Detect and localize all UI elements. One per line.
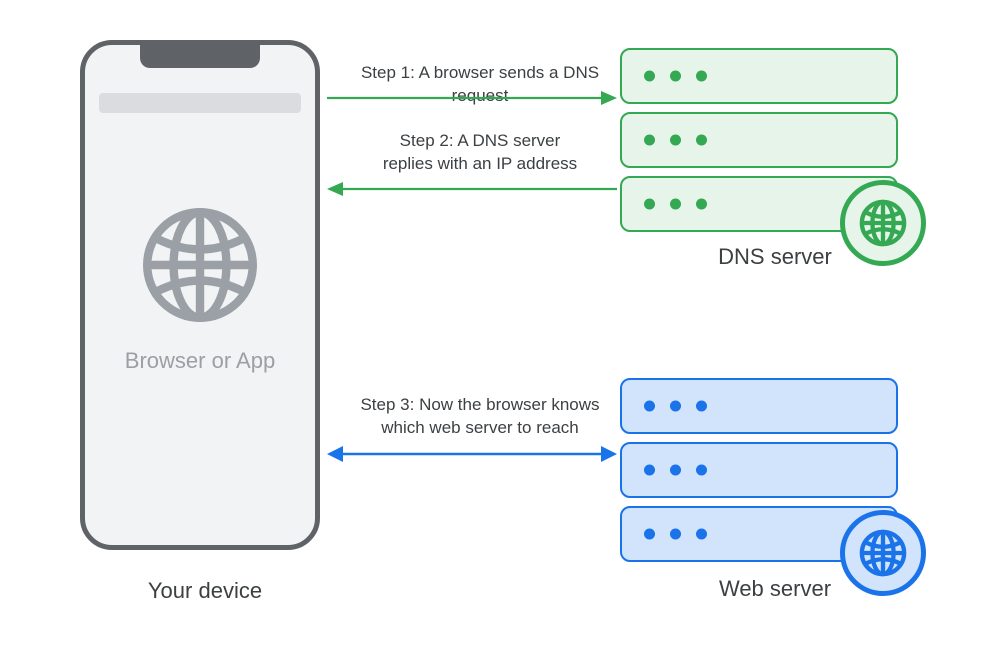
phone-notch (140, 44, 260, 68)
server-led-icon (696, 401, 707, 412)
globe-icon (859, 199, 907, 247)
server-led-icon (644, 529, 655, 540)
phone-url-bar (99, 93, 301, 113)
server-led-icon (644, 401, 655, 412)
globe-icon (859, 529, 907, 577)
step-2-line1: Step 2: A DNS server (400, 131, 561, 150)
arrow-step-2-icon (327, 179, 617, 199)
device-caption: Your device (80, 578, 330, 604)
phone-screen-content: Browser or App (85, 205, 315, 374)
server-led-icon (670, 135, 681, 146)
server-led-icon (670, 401, 681, 412)
server-led-icon (696, 199, 707, 210)
server-led-icon (644, 135, 655, 146)
device-phone: Browser or App (80, 40, 320, 550)
server-unit (620, 48, 898, 104)
server-led-icon (670, 199, 681, 210)
server-led-icon (696, 135, 707, 146)
server-led-icon (644, 199, 655, 210)
server-led-icon (670, 71, 681, 82)
server-led-icon (670, 529, 681, 540)
dns-server-stack (620, 48, 898, 240)
server-led-icon (644, 71, 655, 82)
web-server-stack (620, 378, 898, 570)
dns-server-caption: DNS server (620, 244, 930, 270)
step-2-line2: replies with an IP address (383, 154, 577, 173)
arrow-step-1-icon (327, 88, 617, 108)
globe-icon (140, 205, 260, 325)
step-3-line2: which web server to reach (381, 418, 578, 437)
step-3-label: Step 3: Now the browser knows which web … (340, 394, 620, 440)
step-2-label: Step 2: A DNS server replies with an IP … (340, 130, 620, 176)
server-unit (620, 378, 898, 434)
server-led-icon (696, 465, 707, 476)
browser-app-label: Browser or App (85, 348, 315, 374)
server-led-icon (696, 71, 707, 82)
server-led-icon (644, 465, 655, 476)
server-led-icon (696, 529, 707, 540)
server-led-icon (670, 465, 681, 476)
server-unit (620, 112, 898, 168)
step-3-line1: Step 3: Now the browser knows (360, 395, 599, 414)
server-unit (620, 442, 898, 498)
web-server-caption: Web server (620, 576, 930, 602)
arrow-step-3-icon (327, 444, 617, 464)
